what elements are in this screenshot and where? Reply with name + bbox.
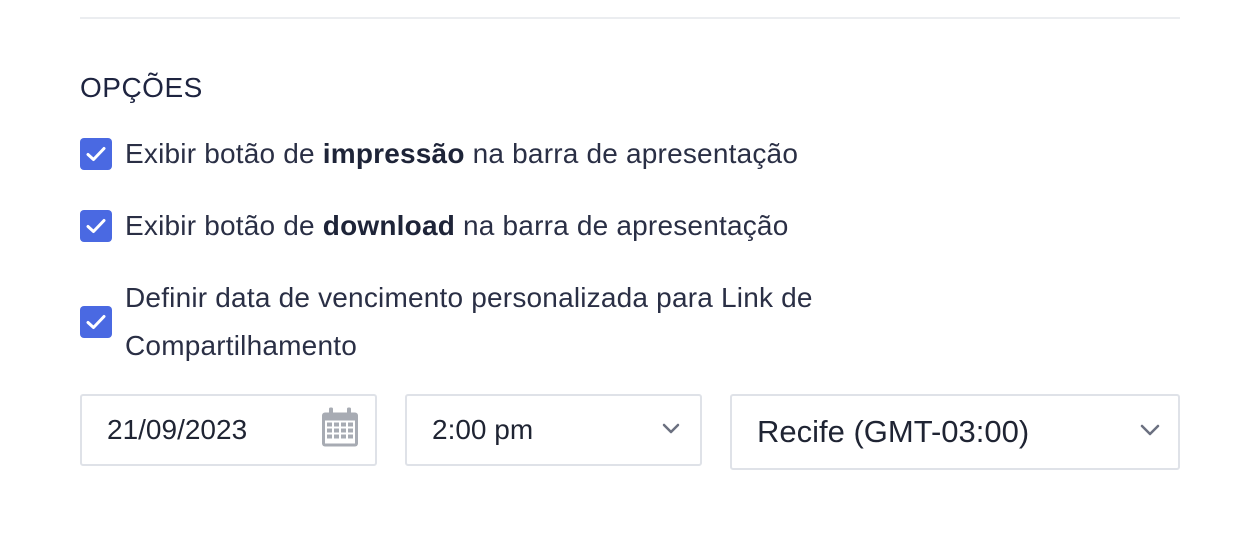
timezone-select[interactable]: Recife (GMT-03:00) [730,394,1180,470]
label-text: Exibir botão de [125,210,323,241]
expiration-time-select[interactable]: 2:00 pm [405,394,702,466]
options-panel: OPÇÕES Exibir botão de impressão na barr… [0,0,1254,556]
option-print-button[interactable]: Exibir botão de impressão na barra de ap… [80,130,798,178]
label-text: na barra de apresentação [464,138,799,169]
section-title: OPÇÕES [80,72,203,103]
timezone-value: Recife (GMT-03:00) [757,414,1030,449]
label-text: Exibir botão de [125,138,323,169]
download-button-checkbox[interactable] [80,210,112,242]
checkmark-icon [86,315,106,329]
download-button-label: Exibir botão de download na barra de apr… [125,202,788,250]
expiration-date-value: 21/09/2023 [107,414,248,445]
option-download-button[interactable]: Exibir botão de download na barra de apr… [80,202,788,250]
expiration-time-value: 2:00 pm [432,414,534,445]
label-bold-text: impressão [322,138,465,169]
checkmark-icon [86,219,106,233]
custom-expiration-checkbox[interactable] [80,306,112,338]
chevron-down-icon [662,421,680,439]
checkmark-icon [86,147,106,161]
print-button-checkbox[interactable] [80,138,112,170]
expiration-date-input[interactable]: 21/09/2023 [80,394,377,466]
label-bold-text: download [322,210,456,241]
chevron-down-icon [1140,423,1160,441]
print-button-label: Exibir botão de impressão na barra de ap… [125,130,798,178]
custom-expiration-label: Definir data de vencimento personalizada… [125,282,813,361]
label-text: na barra de apresentação [455,210,789,241]
section-divider [80,17,1180,19]
option-custom-expiration[interactable]: Definir data de vencimento personalizada… [80,274,945,370]
calendar-icon[interactable] [321,407,359,453]
